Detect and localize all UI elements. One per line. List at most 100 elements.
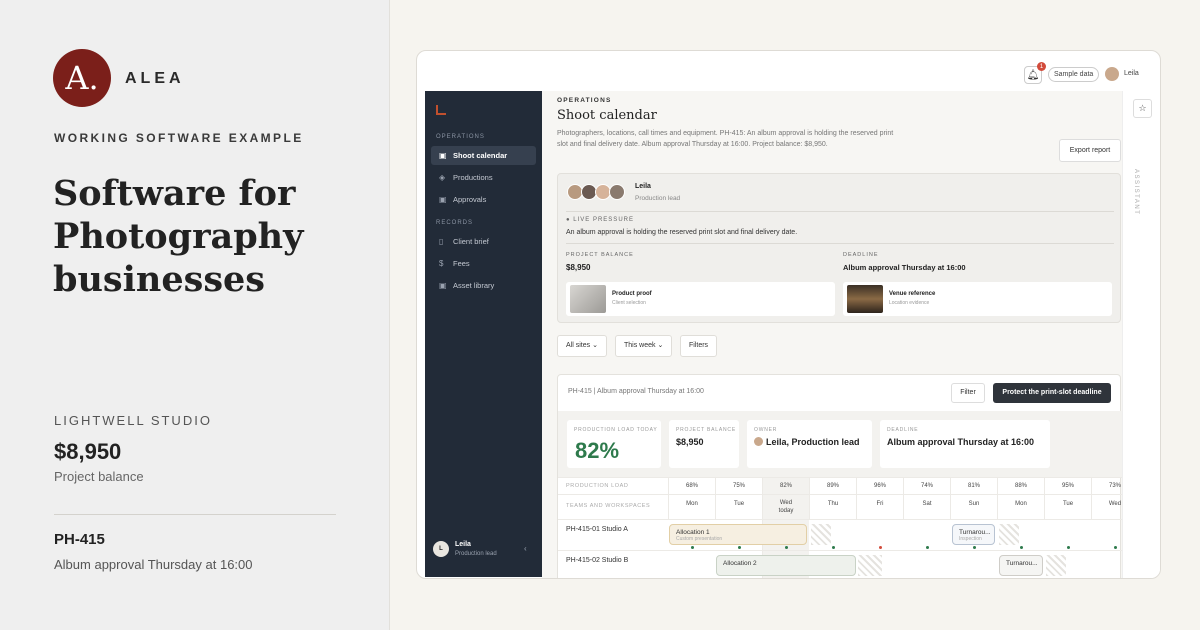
- load-cell: 81%: [950, 478, 997, 494]
- card-balance-label: PROJECT BALANCE: [566, 252, 634, 258]
- brand-name: ALEA: [125, 70, 185, 87]
- asset-title: Product proof: [612, 291, 652, 297]
- load-cell: 95%: [1044, 478, 1091, 494]
- export-report-button[interactable]: Export report: [1059, 139, 1121, 162]
- protect-deadline-button[interactable]: Protect the print-slot deadline: [993, 383, 1111, 403]
- asset-subtitle: Client selection: [612, 300, 646, 306]
- status-dot: [1114, 546, 1117, 549]
- dollar-icon: $: [439, 259, 444, 268]
- file-icon: ▯: [439, 237, 444, 246]
- status-dot: [926, 546, 929, 549]
- asset-title: Venue reference: [889, 291, 936, 297]
- load-cell: 89%: [809, 478, 856, 494]
- card-balance-value: $8,950: [566, 263, 591, 272]
- asset-thumbnail: [570, 285, 606, 313]
- asset-product-proof[interactable]: Product proof Client selection: [566, 282, 835, 316]
- app-logo-icon[interactable]: [436, 105, 446, 115]
- allocation-block[interactable]: Allocation 2: [716, 555, 856, 576]
- sidebar-item-fees[interactable]: $ Fees: [431, 254, 536, 273]
- table-row: PH-415-02 Studio B Allocation 2 Turnarou…: [558, 550, 1122, 578]
- assistant-label[interactable]: ASSISTANT: [1133, 169, 1139, 215]
- day-header[interactable]: Wed: [1091, 495, 1122, 519]
- day-header[interactable]: Sat: [903, 495, 950, 519]
- sidebar-item-asset-library[interactable]: ▣ Asset library: [431, 276, 536, 295]
- kpi-value: $8,950: [676, 437, 704, 447]
- load-cell: 82%: [762, 478, 809, 494]
- status-dot: [1067, 546, 1070, 549]
- user-avatar[interactable]: [1105, 67, 1119, 81]
- live-pressure-text: An album approval is holding the reserve…: [566, 229, 798, 236]
- divider: [566, 243, 1114, 244]
- footer-user-name: Leila: [455, 541, 471, 548]
- filter-this-week[interactable]: This week ⌄: [615, 335, 673, 357]
- top-bar: 🔔︎ 1 Sample data Leila: [417, 51, 1160, 91]
- schedule-filter-button[interactable]: Filter: [951, 383, 985, 403]
- kpi-project-balance: PROJECT BALANCE $8,950: [669, 420, 739, 468]
- studio-name: LIGHTWELL STUDIO: [54, 413, 212, 428]
- pressure-card: Leila Production lead ● LIVE PRESSURE An…: [557, 173, 1121, 323]
- day-header[interactable]: Thu: [809, 495, 856, 519]
- filter-all-sites[interactable]: All sites ⌄: [557, 335, 607, 357]
- day-header[interactable]: Mon: [668, 495, 715, 519]
- schedule-panel: PH-415 | Album approval Thursday at 16:0…: [557, 374, 1122, 578]
- user-name[interactable]: Leila: [1124, 70, 1139, 77]
- divider: [54, 514, 336, 515]
- day-header[interactable]: Mon: [997, 495, 1044, 519]
- status-dot: [691, 546, 694, 549]
- sidebar-item-label: Productions: [453, 173, 493, 182]
- alea-logo: A.: [53, 49, 111, 107]
- sample-data-chip[interactable]: Sample data: [1048, 67, 1100, 82]
- notification-badge: 1: [1037, 62, 1046, 71]
- project-balance-label: Project balance: [54, 469, 144, 484]
- filters-button[interactable]: Filters: [680, 335, 718, 357]
- load-cell: 73%: [1091, 478, 1122, 494]
- status-dot: [879, 546, 882, 549]
- blocked-slot: [811, 524, 831, 545]
- day-header-today[interactable]: Wed today: [762, 495, 809, 519]
- main-content: OPERATIONS Shoot calendar Photographers,…: [542, 91, 1122, 578]
- allocation-block[interactable]: Allocation 1 Custom presentation: [669, 524, 807, 545]
- row-label: TEAMS AND WORKSPACES: [566, 503, 651, 509]
- card-deadline-value: Album approval Thursday at 16:00: [843, 263, 966, 272]
- turnaround-block[interactable]: Turnarou...: [999, 555, 1043, 576]
- table-row: PH-415-01 Studio A Allocation 1 Custom p…: [558, 519, 1122, 550]
- footer-avatar[interactable]: L: [433, 541, 449, 557]
- day-header[interactable]: Sun: [950, 495, 997, 519]
- avatar[interactable]: [609, 184, 625, 200]
- kpi-label: PROJECT BALANCE: [676, 427, 736, 433]
- status-dot: [973, 546, 976, 549]
- load-cell: 74%: [903, 478, 950, 494]
- marketing-panel: A. ALEA WORKING SOFTWARE EXAMPLE Softwar…: [0, 0, 390, 630]
- day-header[interactable]: Fri: [856, 495, 903, 519]
- row-name: PH-415-02 Studio B: [566, 557, 629, 564]
- load-cell: 96%: [856, 478, 903, 494]
- sidebar-section-operations: OPERATIONS: [436, 134, 485, 140]
- divider: [566, 211, 1114, 212]
- turnaround-block[interactable]: Turnarou... Inspection: [952, 524, 995, 545]
- card-owner-role: Production lead: [635, 195, 681, 202]
- kpi-label: DEADLINE: [887, 427, 919, 433]
- day-header[interactable]: Tue: [1044, 495, 1091, 519]
- camera-icon: ▣: [439, 195, 447, 204]
- load-cell: 75%: [715, 478, 762, 494]
- sidebar-item-shoot-calendar[interactable]: ▣ Shoot calendar: [431, 146, 536, 165]
- sidebar-item-productions[interactable]: ◈ Productions: [431, 168, 536, 187]
- sidebar-item-client-brief[interactable]: ▯ Client brief: [431, 232, 536, 251]
- live-pressure-label: ● LIVE PRESSURE: [566, 217, 634, 223]
- avatar: [754, 437, 763, 446]
- star-icon[interactable]: ☆: [1133, 99, 1152, 118]
- page-description: Photographers, locations, call times and…: [557, 130, 894, 148]
- teams-days-row: TEAMS AND WORKSPACES Mon Tue Wed today Th…: [558, 494, 1122, 519]
- sidebar-item-approvals[interactable]: ▣ Approvals: [431, 190, 536, 209]
- asset-venue-reference[interactable]: Venue reference Location evidence: [843, 282, 1112, 316]
- card-deadline-label: DEADLINE: [843, 252, 879, 258]
- sidebar-item-label: Asset library: [453, 281, 495, 290]
- status-dot: [832, 546, 835, 549]
- status-dot: [738, 546, 741, 549]
- kpi-deadline: DEADLINE Album approval Thursday at 16:0…: [880, 420, 1050, 468]
- day-header[interactable]: Tue: [715, 495, 762, 519]
- layers-icon: ◈: [439, 173, 446, 182]
- sidebar: OPERATIONS ▣ Shoot calendar ◈ Production…: [425, 91, 542, 577]
- project-code-desc: Album approval Thursday at 16:00: [54, 557, 253, 572]
- collapse-chevron-icon[interactable]: ‹: [524, 544, 527, 553]
